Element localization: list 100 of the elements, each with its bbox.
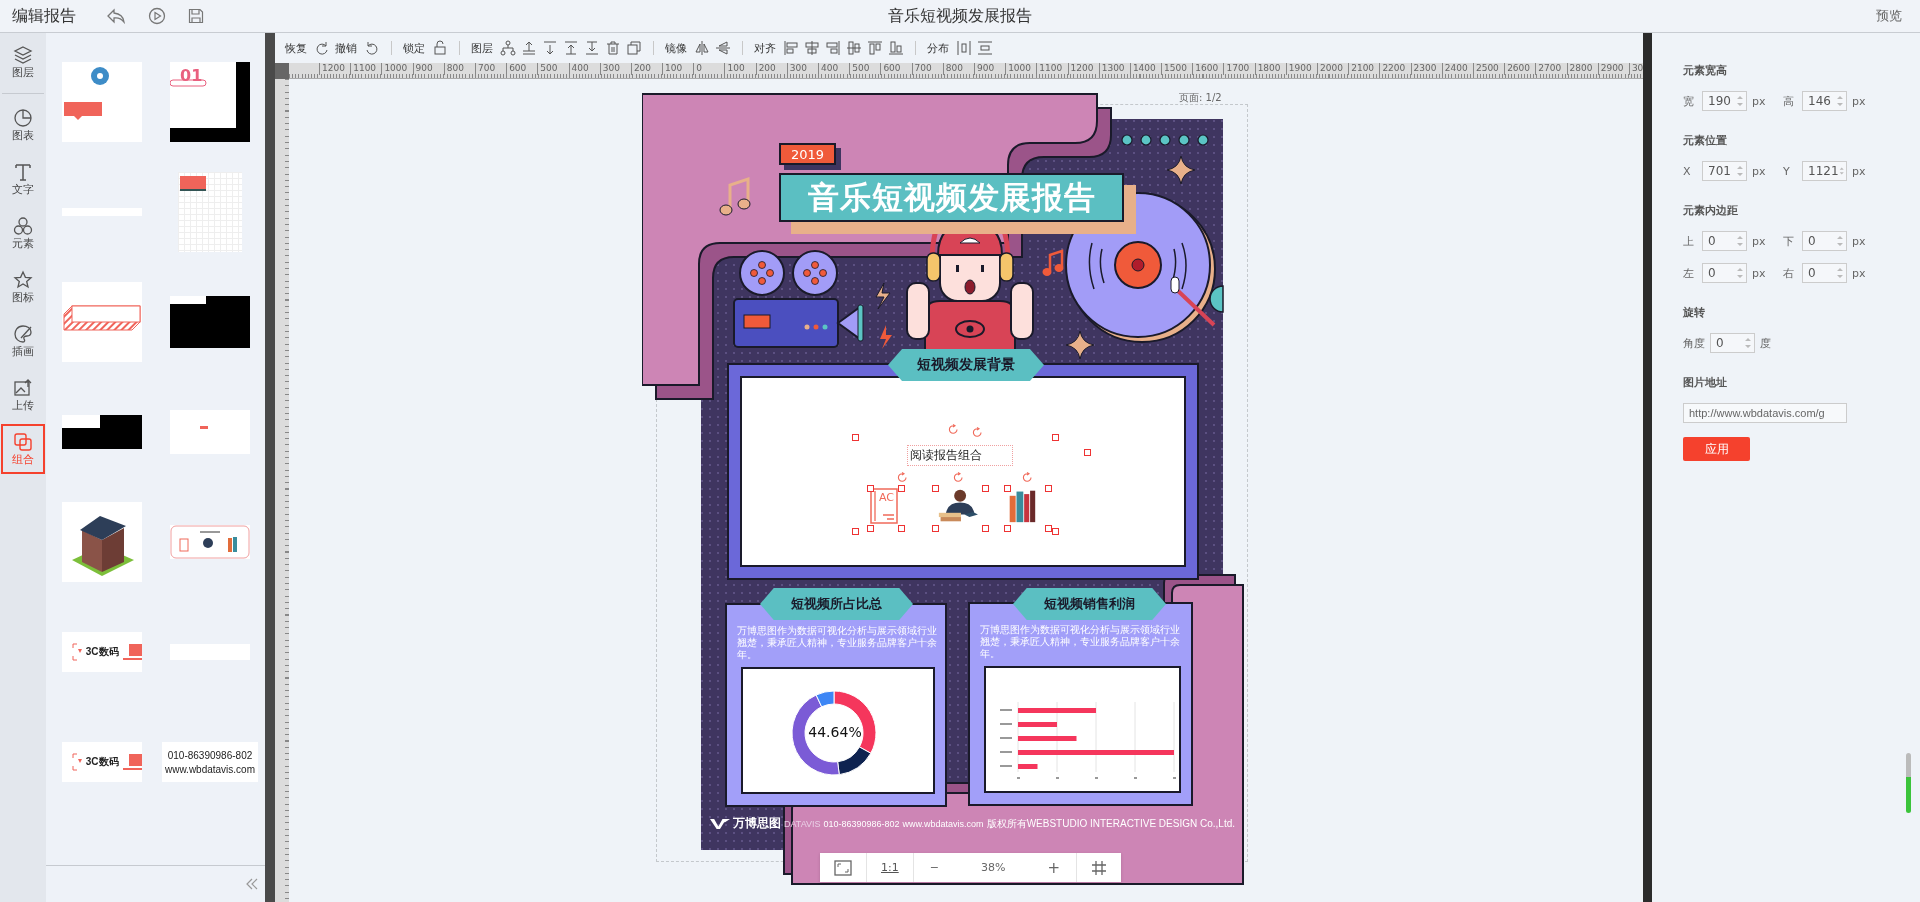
resize-handle[interactable] <box>867 485 874 492</box>
zoom-in-button[interactable]: + <box>1031 858 1076 877</box>
actual-size-button[interactable]: 1:1 <box>867 853 914 882</box>
apply-button[interactable]: 应用 <box>1683 437 1750 461</box>
rotate-handle-icon[interactable] <box>897 472 908 483</box>
layers-icon[interactable] <box>13 44 33 65</box>
website-url: www.wbdatavis.com <box>902 818 984 829</box>
number-field[interactable]: 190 <box>1702 91 1747 111</box>
section-title: 元素宽高 <box>1683 63 1728 78</box>
number-field[interactable]: 0 <box>1710 333 1755 353</box>
template-thumbnail[interactable]: 010-86390986-802 www.wbdatavis.com <box>162 742 258 782</box>
reading-person-drawing[interactable] <box>936 489 980 523</box>
align-top-icon[interactable] <box>867 40 883 56</box>
collapse-icon[interactable] <box>245 878 259 890</box>
number-field[interactable]: 0 <box>1702 231 1747 251</box>
ruler-label: 400 <box>568 63 600 75</box>
group-label[interactable]: 阅读报告组合 <box>907 445 1013 466</box>
text-icon[interactable] <box>13 161 33 182</box>
circles-icon[interactable] <box>13 215 33 236</box>
resize-handle[interactable] <box>852 528 859 535</box>
play-icon[interactable] <box>148 7 166 25</box>
resize-handle[interactable] <box>852 434 859 441</box>
align-right-icon[interactable] <box>825 40 841 56</box>
resize-handle[interactable] <box>932 525 939 532</box>
align-left-icon[interactable] <box>783 40 799 56</box>
scrollbar[interactable] <box>1906 753 1911 813</box>
field-label: 下 <box>1783 233 1795 249</box>
resize-handle[interactable] <box>932 485 939 492</box>
book-icon[interactable] <box>870 488 898 524</box>
ruler-label: 1300 <box>1098 63 1130 75</box>
lock-icon[interactable] <box>432 40 448 56</box>
redo-icon[interactable] <box>314 40 330 56</box>
align-center-icon[interactable] <box>804 40 820 56</box>
align-bottom-icon[interactable] <box>888 40 904 56</box>
palette-icon[interactable] <box>13 323 33 344</box>
resize-handle[interactable] <box>1004 525 1011 532</box>
copy-icon[interactable] <box>626 40 642 56</box>
template-thumbnail[interactable] <box>62 62 142 142</box>
group-icon[interactable] <box>13 431 33 452</box>
pie-chart-icon[interactable] <box>13 107 33 128</box>
url-field[interactable]: http://www.wbdatavis.com/g <box>1683 403 1847 423</box>
rotate-handle-icon[interactable] <box>948 424 959 435</box>
resize-handle[interactable] <box>867 525 874 532</box>
template-thumbnail[interactable] <box>170 296 250 348</box>
resize-handle[interactable] <box>898 525 905 532</box>
number-field[interactable]: 0 <box>1802 231 1847 251</box>
sidebar-tab[interactable]: 图表 <box>1 100 45 150</box>
distribute-vertical-icon[interactable] <box>977 40 993 56</box>
image-upload-icon[interactable] <box>13 377 33 398</box>
resize-handle[interactable] <box>1004 485 1011 492</box>
flip-horizontal-icon[interactable] <box>694 40 710 56</box>
template-thumbnail[interactable] <box>170 410 250 454</box>
template-thumbnail[interactable] <box>170 525 250 559</box>
sidebar-tab[interactable]: 文字 <box>1 154 45 204</box>
align-middle-icon[interactable] <box>846 40 862 56</box>
template-thumbnail[interactable] <box>62 415 142 449</box>
resize-handle[interactable] <box>1052 434 1059 441</box>
section-ribbon: 短视频所占比总 <box>760 588 913 620</box>
star-icon[interactable] <box>13 269 33 290</box>
share-icon[interactable] <box>106 8 126 24</box>
template-thumbnail[interactable]: 3C数码 <box>62 742 142 782</box>
sidebar-tab[interactable]: 插画 <box>1 316 45 366</box>
resize-handle[interactable] <box>1084 449 1091 456</box>
resize-handle[interactable] <box>982 485 989 492</box>
distribute-horizontal-icon[interactable] <box>956 40 972 56</box>
rotate-handle-icon[interactable] <box>972 427 983 438</box>
template-thumbnail[interactable]: 3C数码 <box>62 632 142 672</box>
trash-icon[interactable] <box>605 40 621 56</box>
number-field[interactable]: 146 <box>1802 91 1847 111</box>
number-field[interactable]: 1121 <box>1802 161 1847 181</box>
bring-forward-icon[interactable] <box>521 40 537 56</box>
sidebar-tab[interactable]: 图标 <box>1 262 45 312</box>
grid-icon[interactable] <box>1090 859 1107 876</box>
ruler-label: 300 <box>599 63 631 75</box>
flip-vertical-icon[interactable] <box>715 40 731 56</box>
send-backward-icon[interactable] <box>542 40 558 56</box>
resize-handle[interactable] <box>982 525 989 532</box>
save-icon[interactable] <box>188 8 204 24</box>
number-field[interactable]: 701 <box>1702 161 1747 181</box>
undo-icon[interactable] <box>364 40 380 56</box>
preview-link[interactable]: 预览 <box>1876 7 1902 25</box>
page-indicator: 页面: 1/2 <box>1179 91 1222 105</box>
rotate-handle-icon[interactable] <box>1022 472 1033 483</box>
rotate-handle-icon[interactable] <box>953 472 964 483</box>
template-thumbnail[interactable] <box>178 172 242 252</box>
bring-to-top-icon[interactable] <box>563 40 579 56</box>
template-thumbnail[interactable] <box>62 282 142 362</box>
resize-handle[interactable] <box>1045 485 1052 492</box>
tree-icon[interactable] <box>500 40 516 56</box>
zoom-out-button[interactable]: − <box>913 861 955 874</box>
template-thumbnail[interactable] <box>62 502 142 582</box>
sidebar-tab[interactable]: 上传 <box>1 370 45 420</box>
field-label: 角度 <box>1683 335 1705 351</box>
fit-screen-icon[interactable] <box>834 859 852 876</box>
resize-handle[interactable] <box>898 485 905 492</box>
sidebar-tab[interactable]: 元素 <box>1 208 45 258</box>
number-field[interactable]: 0 <box>1702 263 1747 283</box>
send-to-bottom-icon[interactable] <box>584 40 600 56</box>
sidebar-tab[interactable]: 图层 <box>1 37 45 87</box>
number-field[interactable]: 0 <box>1802 263 1847 283</box>
